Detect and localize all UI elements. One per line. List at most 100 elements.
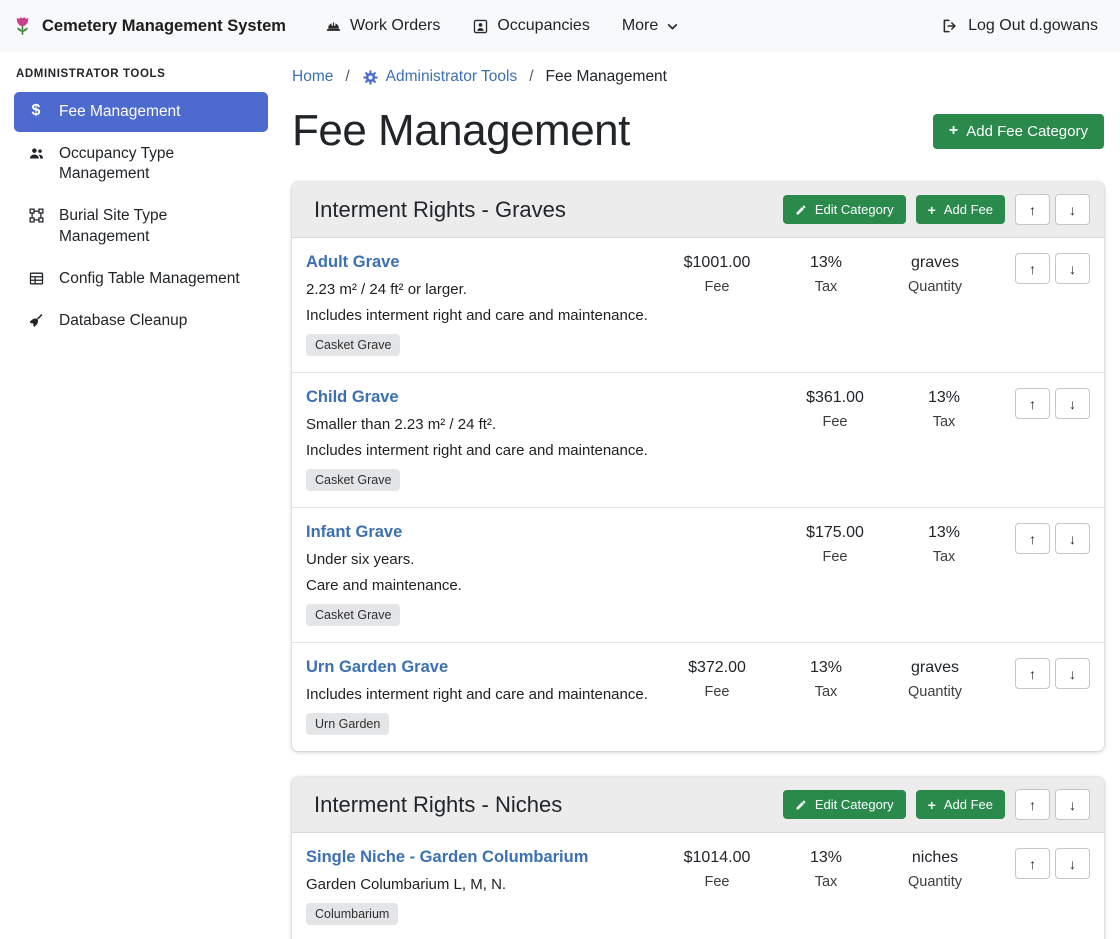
category-title: Interment Rights - Niches [306, 792, 773, 818]
move-fee-up-button[interactable]: ↑ [1015, 388, 1050, 419]
breadcrumb-admin-tools-link[interactable]: Administrator Tools [362, 68, 518, 86]
plus-icon: + [928, 203, 936, 217]
add-fee-category-label: Add Fee Category [966, 123, 1088, 140]
sidebar-heading: ADMINISTRATOR TOOLS [16, 68, 268, 80]
fee-type-badge: Columbarium [306, 903, 398, 925]
fee-name-link[interactable]: Infant Grave [306, 523, 402, 542]
sidebar-item-occupancy-type[interactable]: Occupancy Type Management [14, 134, 268, 194]
fee-category-card: Interment Rights - Niches Edit Category … [292, 777, 1104, 939]
add-fee-category-button[interactable]: + Add Fee Category [933, 114, 1104, 149]
pencil-icon [795, 204, 807, 216]
move-fee-down-button[interactable]: ↓ [1055, 388, 1090, 419]
nav-item-occupancies[interactable]: Occupancies [459, 9, 603, 43]
move-fee-up-button[interactable]: ↑ [1015, 253, 1050, 284]
sidebar-item-label: Database Cleanup [59, 311, 187, 331]
fee-quantity-label: Quantity [876, 684, 994, 700]
fee-row: Infant Grave Under six years. Care and m… [292, 507, 1104, 642]
fee-amount-label: Fee [658, 874, 776, 890]
fee-type-badge: Urn Garden [306, 713, 389, 735]
fee-tax-label: Tax [776, 684, 876, 700]
fee-amount-label: Fee [776, 549, 894, 565]
sidebar-item-label: Occupancy Type Management [59, 144, 256, 184]
edit-category-button[interactable]: Edit Category [783, 195, 906, 224]
move-fee-down-button[interactable]: ↓ [1055, 523, 1090, 554]
fee-row: Adult Grave 2.23 m² / 24 ft² or larger. … [292, 238, 1104, 372]
fee-row: Single Niche - Garden Columbarium Garden… [292, 833, 1104, 939]
sidebar-item-burial-site-type[interactable]: Burial Site Type Management [14, 196, 268, 256]
fee-type-badge: Casket Grave [306, 604, 400, 626]
move-category-up-button[interactable]: ↑ [1015, 194, 1050, 225]
fee-amount: $372.00 [658, 659, 776, 677]
fee-tax-column: 13% Tax [776, 848, 876, 890]
app-screen: Cemetery Management System Work Orders [0, 0, 1120, 939]
main-content: Home / [280, 52, 1120, 939]
fee-quantity: niches [876, 849, 994, 867]
fee-name-link[interactable]: Adult Grave [306, 253, 400, 272]
logout-label: Log Out d.gowans [968, 17, 1098, 35]
category-header: Interment Rights - Niches Edit Category … [292, 777, 1104, 833]
broom-icon [26, 312, 46, 329]
fee-info: Infant Grave Under six years. Care and m… [306, 523, 776, 626]
fee-quantity-column: niches Quantity [876, 848, 994, 890]
pencil-icon [795, 799, 807, 811]
fee-name-link[interactable]: Single Niche - Garden Columbarium [306, 848, 588, 867]
nav-item-work-orders[interactable]: Work Orders [312, 9, 453, 43]
breadcrumb-separator: / [345, 68, 349, 86]
fee-amount: $361.00 [776, 389, 894, 407]
sidebar-item-fee-management[interactable]: $ Fee Management [14, 92, 268, 132]
fee-quantity-column: graves Quantity [876, 658, 994, 700]
add-fee-button[interactable]: + Add Fee [916, 790, 1005, 819]
sidebar-item-config-table[interactable]: Config Table Management [14, 259, 268, 299]
fee-description: Includes interment right and care and ma… [306, 442, 776, 459]
move-fee-down-button[interactable]: ↓ [1055, 658, 1090, 689]
fee-amount: $175.00 [776, 524, 894, 542]
nav-label-more: More [622, 17, 658, 35]
fee-row: Child Grave Smaller than 2.23 m² / 24 ft… [292, 372, 1104, 507]
breadcrumb-home-link[interactable]: Home [292, 68, 333, 86]
fee-quantity-label: Quantity [876, 279, 994, 295]
fee-amount-column: $1014.00 Fee [658, 848, 776, 890]
page-header: Fee Management + Add Fee Category [292, 106, 1104, 156]
fee-info: Child Grave Smaller than 2.23 m² / 24 ft… [306, 388, 776, 491]
sidebar-item-database-cleanup[interactable]: Database Cleanup [14, 301, 268, 341]
move-fee-down-button[interactable]: ↓ [1055, 253, 1090, 284]
fee-name-link[interactable]: Child Grave [306, 388, 399, 407]
vector-square-icon [26, 207, 46, 224]
chevron-down-icon [666, 20, 679, 33]
app-brand[interactable]: Cemetery Management System [12, 13, 286, 39]
fee-info: Urn Garden Grave Includes interment righ… [306, 658, 658, 735]
move-category-up-button[interactable]: ↑ [1015, 789, 1050, 820]
category-sort-controls: ↑ ↓ [1015, 789, 1090, 820]
fee-description: Smaller than 2.23 m² / 24 ft². [306, 416, 776, 433]
fee-amount-label: Fee [658, 279, 776, 295]
fee-quantity: graves [876, 659, 994, 677]
sign-out-icon [941, 17, 959, 35]
sidebar-item-label: Config Table Management [59, 269, 240, 289]
nav-item-more[interactable]: More [609, 9, 692, 43]
add-fee-label: Add Fee [944, 797, 993, 812]
move-fee-up-button[interactable]: ↑ [1015, 848, 1050, 879]
fee-sort-controls: ↑ ↓ [1004, 848, 1090, 879]
edit-category-button[interactable]: Edit Category [783, 790, 906, 819]
fee-name-link[interactable]: Urn Garden Grave [306, 658, 448, 677]
fee-description: Garden Columbarium L, M, N. [306, 876, 658, 893]
nav-label-work-orders: Work Orders [350, 17, 440, 35]
fee-info: Single Niche - Garden Columbarium Garden… [306, 848, 658, 925]
move-fee-up-button[interactable]: ↑ [1015, 523, 1050, 554]
logout-button[interactable]: Log Out d.gowans [937, 9, 1102, 43]
move-category-down-button[interactable]: ↓ [1055, 194, 1090, 225]
page-title: Fee Management [292, 106, 630, 156]
move-fee-down-button[interactable]: ↓ [1055, 848, 1090, 879]
fee-sort-controls: ↑ ↓ [1004, 388, 1090, 419]
fee-tax: 13% [776, 849, 876, 867]
fee-amount-column: $372.00 Fee [658, 658, 776, 700]
fee-sort-controls: ↑ ↓ [1004, 253, 1090, 284]
move-category-down-button[interactable]: ↓ [1055, 789, 1090, 820]
fee-description: Includes interment right and care and ma… [306, 307, 658, 324]
fee-tax-column: 13% Tax [776, 253, 876, 295]
fee-quantity: graves [876, 254, 994, 272]
move-fee-up-button[interactable]: ↑ [1015, 658, 1050, 689]
edit-category-label: Edit Category [815, 202, 894, 217]
add-fee-button[interactable]: + Add Fee [916, 195, 1005, 224]
fee-tax-column: 13% Tax [894, 523, 994, 565]
